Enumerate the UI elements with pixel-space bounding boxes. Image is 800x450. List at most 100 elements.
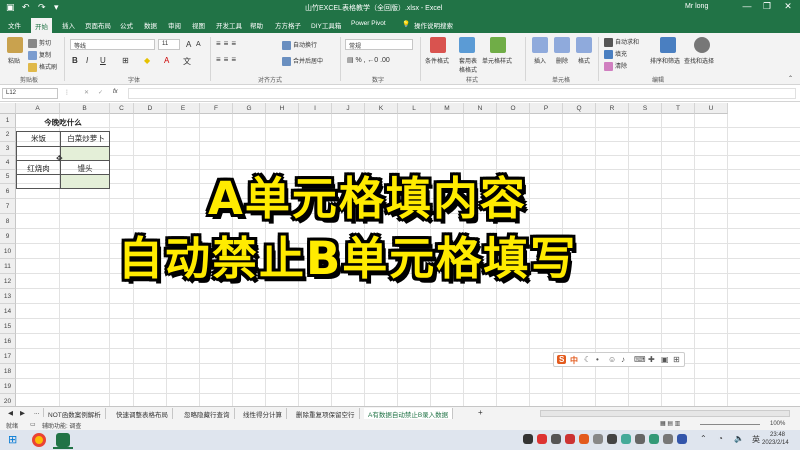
cut-button[interactable]: 剪切: [28, 38, 51, 48]
toolbox-icon[interactable]: ▣: [661, 355, 669, 364]
format-as-table-button[interactable]: 套用表格格式: [458, 56, 478, 74]
column-header-C[interactable]: C: [110, 103, 134, 114]
paste-icon[interactable]: [7, 37, 23, 53]
row-header-19[interactable]: 19: [0, 379, 16, 394]
column-header-N[interactable]: N: [464, 103, 497, 114]
format-table-icon[interactable]: [459, 37, 475, 53]
tab-home[interactable]: 开始: [31, 18, 52, 33]
row-header-12[interactable]: 12: [0, 274, 16, 289]
row-header-7[interactable]: 7: [0, 199, 16, 214]
tray-icon[interactable]: [607, 434, 617, 444]
tab-page-layout[interactable]: 页面布局: [85, 20, 111, 30]
underline-button[interactable]: U: [100, 56, 106, 65]
find-select-button[interactable]: 查找和选择: [684, 56, 714, 65]
bold-button[interactable]: B: [72, 56, 78, 65]
shrink-font-icon[interactable]: A: [196, 41, 201, 48]
volume-icon[interactable]: 🔈: [734, 434, 744, 443]
row-header-3[interactable]: 3: [0, 142, 16, 156]
row-header-10[interactable]: 10: [0, 244, 16, 259]
column-header-J[interactable]: J: [332, 103, 365, 114]
grow-font-icon[interactable]: A: [186, 40, 191, 49]
enter-formula-icon[interactable]: ✓: [98, 89, 103, 96]
number-buttons[interactable]: ▤ % ‚ ←0 .00: [347, 56, 390, 64]
column-header-P[interactable]: P: [530, 103, 563, 114]
insert-cells-button[interactable]: 插入: [534, 56, 546, 65]
formula-input[interactable]: [128, 88, 796, 99]
align-top-icons[interactable]: ≡≡≡: [216, 39, 239, 48]
close-button[interactable]: ✕: [779, 1, 797, 12]
name-box[interactable]: L12: [2, 88, 58, 99]
sheet-more-button[interactable]: ...: [30, 408, 45, 417]
tab-help[interactable]: 帮助: [250, 20, 263, 30]
column-header-M[interactable]: M: [431, 103, 464, 114]
format-cells-button[interactable]: 格式: [578, 56, 590, 65]
row-header-16[interactable]: 16: [0, 334, 16, 349]
column-header-T[interactable]: T: [662, 103, 695, 114]
cell-a4[interactable]: 红烧肉: [17, 163, 60, 174]
collapse-ribbon-icon[interactable]: ⌃: [788, 75, 793, 82]
ime-lang-toggle[interactable]: 中: [570, 355, 578, 366]
cell-b4[interactable]: 馒头: [61, 163, 109, 174]
column-header-K[interactable]: K: [365, 103, 398, 114]
row-header-2[interactable]: 2: [0, 128, 16, 142]
row-header-14[interactable]: 14: [0, 304, 16, 319]
excel-taskbar-icon[interactable]: [56, 433, 70, 447]
cancel-formula-icon[interactable]: ✕: [84, 89, 89, 96]
column-header-O[interactable]: O: [497, 103, 530, 114]
zoom-slider[interactable]: [700, 424, 760, 425]
format-painter-button[interactable]: 格式刷: [28, 62, 57, 72]
autosum-button[interactable]: 自动求和: [604, 37, 639, 47]
customize-qat-icon[interactable]: ▾: [54, 2, 59, 13]
user-name[interactable]: Mr long: [685, 3, 708, 10]
column-header-Q[interactable]: Q: [563, 103, 596, 114]
tray-icon[interactable]: [523, 434, 533, 444]
maximize-button[interactable]: ❐: [758, 1, 776, 12]
sort-filter-button[interactable]: 排序和筛选: [650, 56, 680, 65]
merge-center-button[interactable]: 合并后居中: [282, 56, 323, 66]
border-icon[interactable]: ⊞: [122, 56, 129, 65]
column-header-L[interactable]: L: [398, 103, 431, 114]
column-header-S[interactable]: S: [629, 103, 662, 114]
column-header-E[interactable]: E: [167, 103, 200, 114]
column-header-I[interactable]: I: [299, 103, 332, 114]
sort-filter-icon[interactable]: [660, 37, 676, 53]
punctuation-icon[interactable]: •: [596, 355, 599, 364]
cell-b2[interactable]: 白菜炒萝卜: [61, 133, 111, 144]
align-left-icons[interactable]: ≡≡≡: [216, 55, 239, 64]
redo-icon[interactable]: ↷: [38, 2, 46, 13]
tab-file[interactable]: 文件: [8, 20, 21, 30]
column-header-F[interactable]: F: [200, 103, 233, 114]
clock-time[interactable]: 23:48: [770, 432, 785, 438]
row-header-1[interactable]: 1: [0, 114, 16, 128]
row-header-4[interactable]: 4: [0, 156, 16, 170]
grid-icon[interactable]: ⊞: [673, 355, 680, 364]
fill-color-icon[interactable]: ◆: [144, 56, 150, 65]
cell-a1-title[interactable]: 今晚吃什么: [17, 115, 109, 131]
cell-styles-button[interactable]: 单元格样式: [482, 56, 512, 65]
insert-function-button[interactable]: fx: [113, 89, 118, 95]
save-icon[interactable]: ▣: [6, 2, 15, 13]
view-buttons[interactable]: ▦ ▤ ▥: [660, 420, 680, 427]
row-header-9[interactable]: 9: [0, 229, 16, 244]
find-select-icon[interactable]: [694, 37, 710, 53]
tab-formulas[interactable]: 公式: [120, 20, 133, 30]
microphone-icon[interactable]: ♪: [621, 355, 625, 364]
insert-cells-icon[interactable]: [532, 37, 548, 53]
row-header-5[interactable]: 5: [0, 170, 16, 184]
column-header-H[interactable]: H: [266, 103, 299, 114]
emoji-icon[interactable]: ☺: [608, 355, 616, 364]
tray-icon[interactable]: [649, 434, 659, 444]
clock-date[interactable]: 2023/2/14: [762, 440, 789, 446]
font-color-icon[interactable]: A: [164, 56, 169, 65]
tray-icon[interactable]: [677, 434, 687, 444]
column-header-R[interactable]: R: [596, 103, 629, 114]
tab-developer[interactable]: 开发工具: [216, 20, 242, 30]
column-header-D[interactable]: D: [134, 103, 167, 114]
wrap-text-button[interactable]: 自动换行: [282, 40, 317, 50]
cell-a2[interactable]: 米饭: [17, 133, 60, 144]
ime-toolbar[interactable]: S 中 ☾ • ☺ ♪ ⌨ ✚ ▣ ⊞: [553, 352, 685, 367]
conditional-format-icon[interactable]: [430, 37, 446, 53]
row-header-11[interactable]: 11: [0, 259, 16, 274]
phonetic-icon[interactable]: 文: [183, 56, 191, 67]
tray-icon[interactable]: [663, 434, 673, 444]
